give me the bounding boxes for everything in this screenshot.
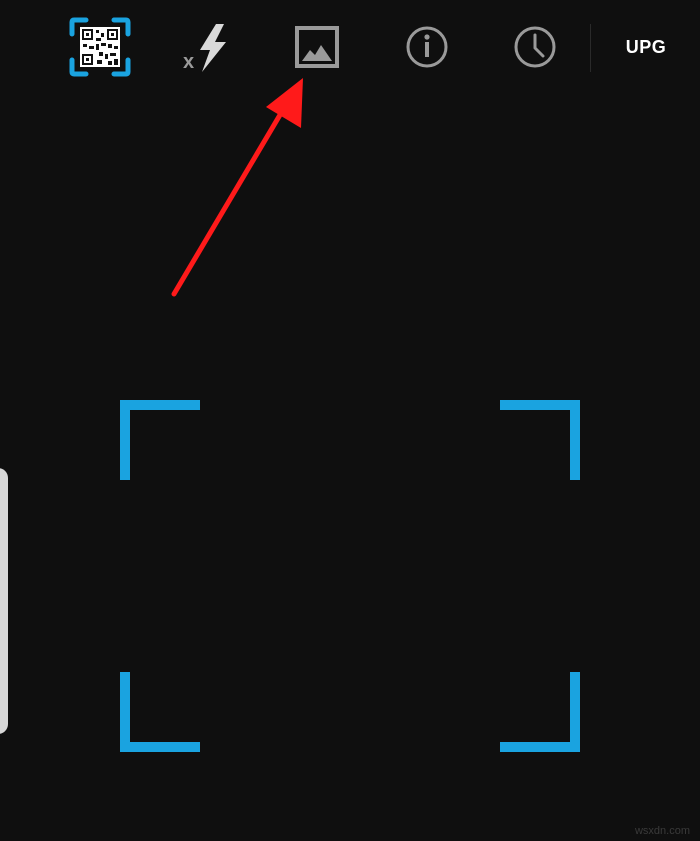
viewfinder-corner-top-right	[500, 400, 580, 480]
history-button[interactable]	[512, 24, 558, 70]
toolbar-divider	[590, 24, 591, 72]
gallery-button[interactable]	[291, 22, 343, 72]
viewfinder-corner-bottom-left	[120, 672, 200, 752]
gallery-image-icon	[295, 26, 339, 68]
watermark: wsxdn.com	[634, 825, 690, 837]
top-toolbar: x UPG	[0, 0, 700, 95]
viewfinder-corner-bottom-right	[500, 672, 580, 752]
upgrade-button[interactable]: UPG	[615, 30, 677, 64]
flash-toggle-button[interactable]: x	[180, 20, 236, 76]
svg-text:x: x	[183, 51, 194, 73]
info-icon	[406, 26, 448, 68]
qr-code-scan-icon	[69, 17, 131, 77]
history-clock-icon	[514, 26, 556, 68]
scan-viewfinder	[120, 400, 580, 752]
viewfinder-corner-top-left	[120, 400, 200, 480]
scan-qr-button[interactable]	[68, 16, 132, 78]
info-button[interactable]	[404, 24, 450, 70]
flash-off-icon: x	[183, 24, 226, 73]
side-panel-handle[interactable]	[0, 468, 8, 734]
